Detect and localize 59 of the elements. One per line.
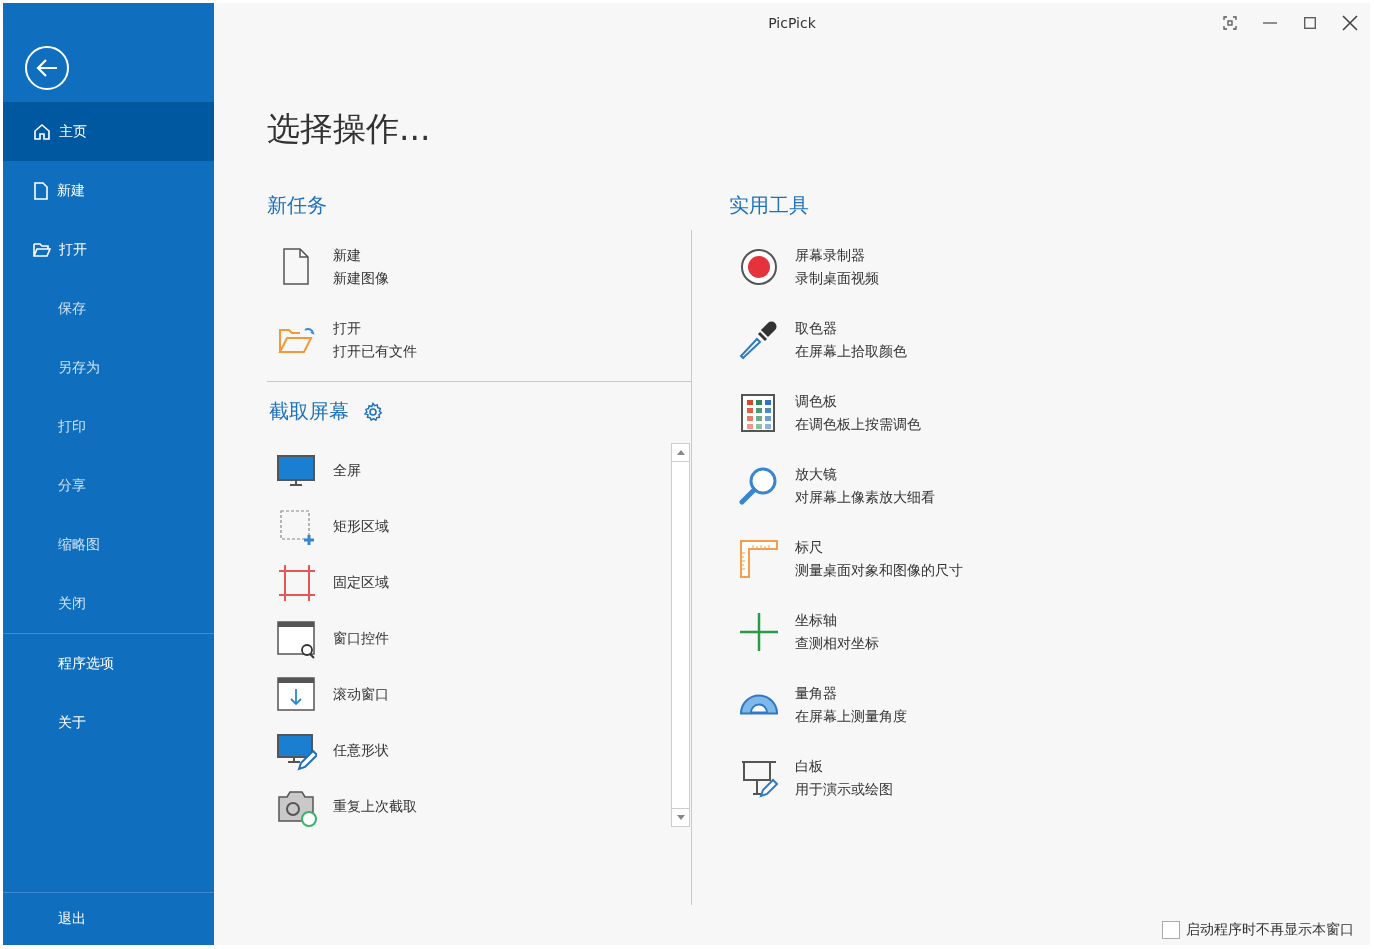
home-icon: [33, 122, 51, 141]
task-item[interactable]: 打开 打开已有文件: [267, 303, 691, 376]
back-arrow-icon: [35, 58, 59, 78]
window-search-icon: [277, 619, 317, 659]
sidebar-item[interactable]: 关于: [3, 693, 214, 752]
capture-item[interactable]: 全屏: [267, 443, 671, 499]
sidebar-item[interactable]: 打印: [3, 397, 214, 456]
tool-item[interactable]: 量角器 在屏幕上测量角度: [729, 668, 1370, 741]
document-icon: [33, 181, 49, 200]
sidebar-item[interactable]: 主页: [3, 102, 214, 161]
back-button[interactable]: [25, 46, 69, 90]
checkbox-square[interactable]: [1162, 921, 1180, 939]
sidebar-item[interactable]: 新建: [3, 161, 214, 220]
crop-frame-icon: [277, 563, 317, 603]
page-heading: 选择操作...: [267, 108, 432, 150]
down-triangle-icon: [676, 815, 685, 820]
capture-item[interactable]: 窗口控件: [267, 611, 671, 667]
monitor-pencil-icon: [277, 731, 317, 771]
settings-icon[interactable]: [363, 401, 383, 422]
record-icon: [739, 246, 779, 287]
sidebar-item[interactable]: 关闭: [3, 574, 214, 633]
tool-item[interactable]: 坐标轴 查测相对坐标: [729, 595, 1370, 668]
ruler-icon: [739, 538, 779, 579]
eyedropper-icon: [739, 319, 779, 360]
sidebar-item[interactable]: 另存为: [3, 338, 214, 397]
focus-frame-icon: [1223, 16, 1237, 30]
magnifier-icon: [739, 465, 779, 506]
close-icon: [1342, 15, 1358, 31]
exit-button[interactable]: 退出: [3, 893, 214, 945]
capture-item[interactable]: 任意形状: [267, 723, 671, 779]
section-heading: 实用工具: [729, 192, 810, 218]
tool-item[interactable]: 放大镜 对屏幕上像素放大细看: [729, 449, 1370, 522]
capture-item[interactable]: 重复上次截取: [267, 779, 671, 835]
scrollbar[interactable]: [671, 443, 690, 827]
sidebar-item[interactable]: 保存: [3, 279, 214, 338]
dashed-rectangle-icon: [277, 507, 317, 547]
protractor-icon: [739, 694, 779, 715]
capture-item[interactable]: 矩形区域: [267, 499, 671, 555]
crosshair-icon: [739, 611, 779, 652]
task-item[interactable]: 新建 新建图像: [267, 230, 691, 303]
tool-item[interactable]: 屏幕录制器 录制桌面视频: [729, 230, 1370, 303]
sidebar-item[interactable]: 分享: [3, 456, 214, 515]
section-heading: 截取屏幕: [269, 398, 349, 425]
capture-item[interactable]: 滚动窗口: [267, 667, 671, 723]
up-triangle-icon: [676, 450, 685, 455]
capture-item[interactable]: 固定区域: [267, 555, 671, 611]
section-heading: 新任务: [267, 192, 328, 218]
tool-item[interactable]: 取色器 在屏幕上拾取颜色: [729, 303, 1370, 376]
sidebar-item[interactable]: 打开: [3, 220, 214, 279]
minimize-icon: [1263, 22, 1277, 24]
maximize-icon: [1304, 17, 1316, 29]
folder-icon: [33, 241, 51, 258]
tool-item[interactable]: 调色板 在调色板上按需调色: [729, 376, 1370, 449]
sidebar-item[interactable]: 程序选项: [3, 634, 214, 693]
dont-show-checkbox[interactable]: 启动程序时不再显示本窗口: [1162, 921, 1354, 939]
tool-item[interactable]: 标尺 测量桌面对象和图像的尺寸: [729, 522, 1370, 595]
window-title: PicPick: [768, 15, 816, 31]
tool-item[interactable]: 白板 用于演示或绘图: [729, 741, 1370, 814]
sidebar-item[interactable]: 缩略图: [3, 515, 214, 574]
